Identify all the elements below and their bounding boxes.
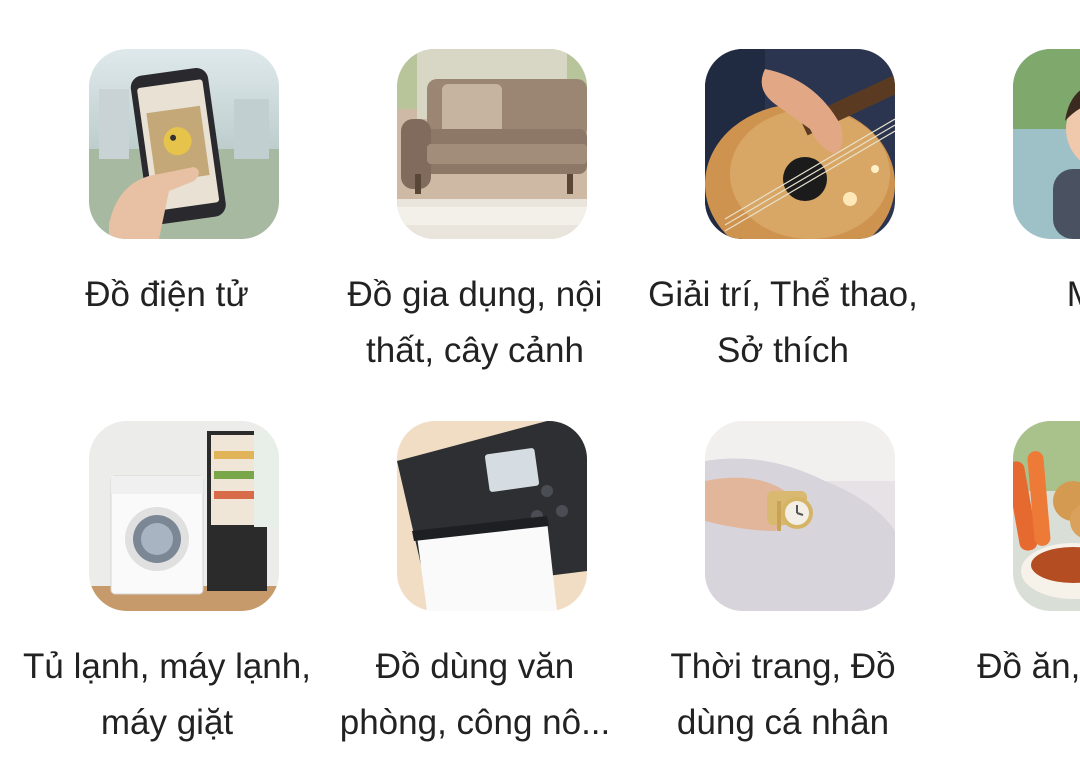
guitar-icon (705, 49, 895, 239)
watch-icon (705, 421, 895, 611)
category-label: Đồ điện tử (85, 275, 249, 314)
smartphone-icon (89, 49, 279, 239)
printer-icon (397, 421, 587, 611)
category-label: Đồ dùng văn phòng, công nô... (339, 647, 611, 742)
appliance-icon (89, 421, 279, 611)
category-label: Thời trang, Đồ dùng cá nhân (670, 647, 896, 742)
category-label: Tủ lạnh, máy lạnh, máy giặt (23, 647, 311, 742)
food-icon (1013, 421, 1080, 611)
sofa-icon (397, 49, 587, 239)
category-label: Đồ ăn, phẩm v (977, 647, 1080, 686)
baby-icon (1013, 49, 1080, 239)
category-label: Giải trí, Thể thao, Sở thích (648, 275, 918, 370)
category-grid: Đồ điện tử Đồ gia dụng, nội thất, cây cả… (0, 0, 1080, 780)
category-label: Đồ gia dụng, nội thất, cây cảnh (347, 275, 603, 370)
category-label: Mẹ (941, 267, 1080, 323)
